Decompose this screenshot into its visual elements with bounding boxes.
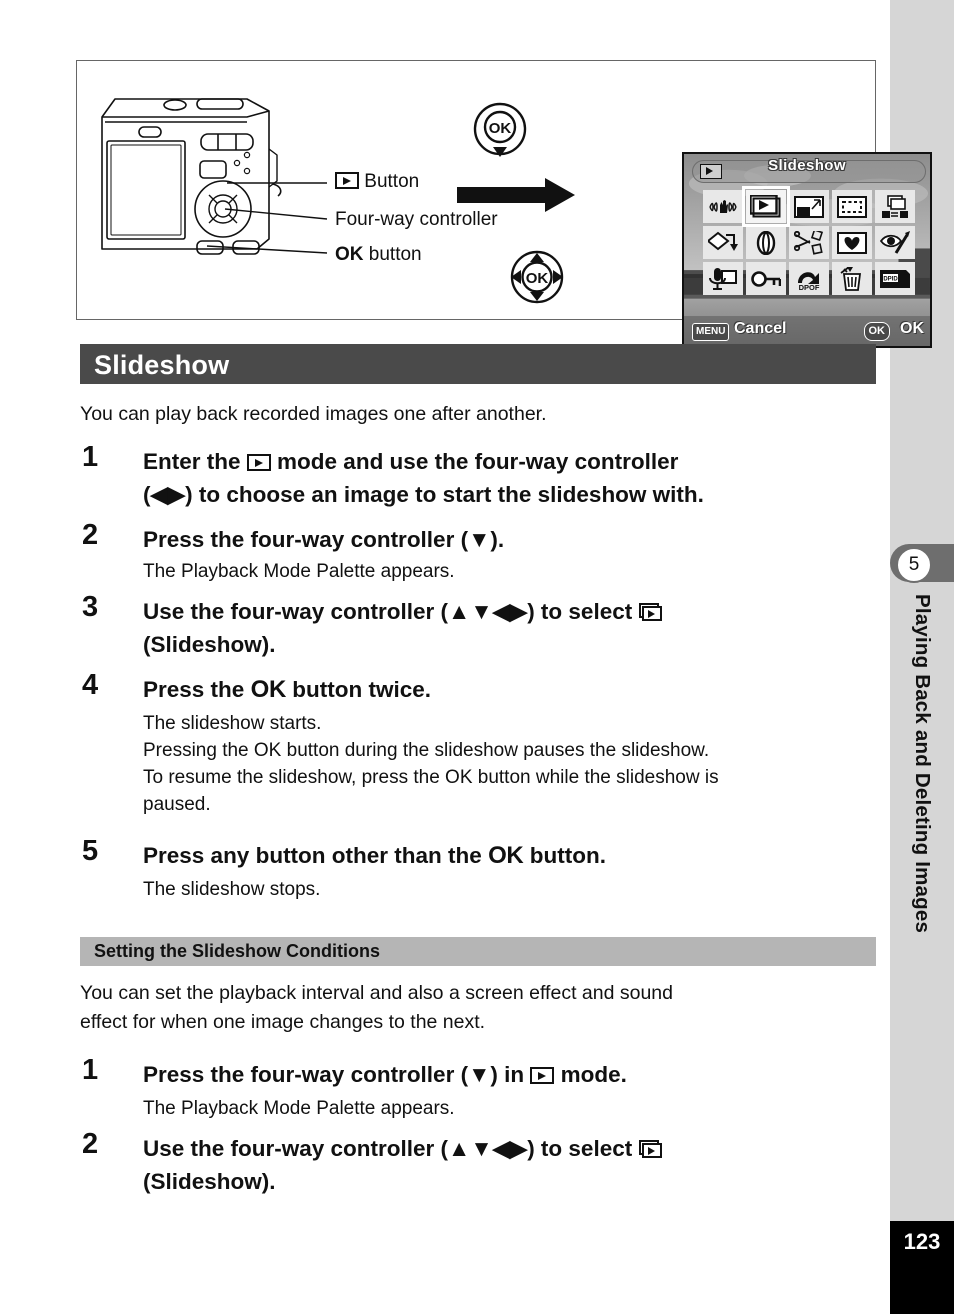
- step-number: 3: [82, 591, 99, 623]
- step-number: 5: [82, 835, 99, 867]
- s2-step-2-line1: Use the four-way controller (▲▼◀▶) to se…: [143, 1136, 633, 1161]
- digital-filter-icon[interactable]: [746, 226, 786, 259]
- palette-row-3: DPOF DPID: [700, 262, 918, 295]
- step-4-body-line-2: Pressing the OK button during the slides…: [143, 740, 710, 761]
- page-number: 123: [903, 1229, 941, 1254]
- s2-step-1-title-a: Press the four-way controller (▼) in: [143, 1062, 525, 1087]
- ok-key-badge: OK: [863, 322, 890, 341]
- ok-button-label-rest: button: [368, 244, 422, 265]
- step-number: 2: [82, 519, 99, 551]
- protect-icon[interactable]: [746, 262, 786, 295]
- step-number: 2: [82, 1128, 99, 1160]
- lcd-cancel-label: Cancel: [734, 320, 787, 337]
- ok-button-label-bold: OK: [335, 244, 364, 265]
- section-heading-text: Slideshow: [94, 350, 230, 380]
- chapter-number: 5: [896, 547, 932, 583]
- dpof-icon[interactable]: DPOF: [789, 262, 829, 295]
- svg-text:OK: OK: [526, 270, 549, 287]
- section2-intro-line-2: effect for when one image changes to the…: [80, 1011, 486, 1033]
- step-1-line1-b: mode and use the four-way controller: [277, 449, 679, 474]
- slideshow-icon[interactable]: [742, 186, 790, 227]
- section-heading-slideshow: Slideshow: [80, 344, 876, 384]
- start-up-screen-icon[interactable]: DPID: [875, 262, 915, 295]
- movie-edit-icon[interactable]: [789, 226, 829, 259]
- step-number: 1: [82, 441, 99, 473]
- four-way-controller-label: Four-way controller: [335, 209, 498, 230]
- camera-lcd-screen: Slideshow DPOF DPID MENU Cancel OK OK: [682, 152, 932, 348]
- step-5-text: Press any button other than the OK butto…: [143, 840, 606, 871]
- playback-icon: [335, 172, 359, 189]
- playback-mode-palette: DPOF DPID: [700, 186, 918, 295]
- step-5-title-b: button.: [529, 843, 606, 868]
- resize-icon[interactable]: [789, 190, 829, 223]
- step-number: 4: [82, 669, 99, 701]
- step-5-body: The slideshow stops.: [143, 879, 321, 900]
- playback-button-label: Button: [364, 171, 420, 192]
- step-number: 1: [82, 1054, 99, 1086]
- image-copy-icon[interactable]: [875, 190, 915, 223]
- ok-button-glyph: OK: [250, 676, 287, 703]
- image-rotation-icon[interactable]: [703, 226, 743, 259]
- lcd-title: Slideshow: [768, 157, 846, 174]
- step-4-title-b: button twice.: [292, 677, 431, 702]
- step-4-title-a: Press the: [143, 677, 245, 702]
- step-4-body-line-4: paused.: [143, 794, 211, 815]
- step-4-body-line-3: To resume the slideshow, press the OK bu…: [143, 767, 719, 788]
- lcd-ok-label: OK: [900, 320, 924, 337]
- four-way-controller-down-icon: OK: [473, 102, 527, 157]
- label-four-way-controller: Four-way controller: [335, 209, 498, 231]
- svg-text:DPID: DPID: [883, 276, 898, 282]
- step-2-text: Press the four-way controller (▼).: [143, 527, 505, 552]
- illustration-frame: Button Four-way controller OK button OK …: [76, 60, 932, 348]
- right-arrow-icon: [457, 178, 575, 212]
- step-5-title-a: Press any button other than the: [143, 843, 482, 868]
- shake-reduction-icon[interactable]: [703, 190, 743, 223]
- step-4-text: Press the OK button twice.: [143, 674, 431, 705]
- step-2-body: The Playback Mode Palette appears.: [143, 561, 455, 582]
- s2-step-1-text: Press the four-way controller (▼) in mod…: [143, 1059, 627, 1090]
- playback-icon: [530, 1067, 555, 1084]
- step-4-body-line-1: The slideshow starts.: [143, 713, 322, 734]
- frame-composite-icon[interactable]: [832, 226, 872, 259]
- red-eye-compensation-icon[interactable]: [875, 226, 915, 259]
- s2-step-1-body: The Playback Mode Palette appears.: [143, 1098, 455, 1119]
- chapter-title: Playing Back and Deleting Images: [890, 592, 954, 1152]
- section1-intro: You can play back recorded images one af…: [80, 403, 547, 425]
- ok-button-glyph: OK: [488, 842, 524, 869]
- step-1-line2: (◀▶) to choose an image to start the sli…: [143, 482, 704, 507]
- subsection-heading-text: Setting the Slideshow Conditions: [94, 941, 380, 961]
- label-ok-button: OK button: [335, 244, 422, 266]
- palette-row-1: [700, 186, 918, 227]
- step-1-line1-a: Enter the: [143, 449, 241, 474]
- s2-step-2-text: Use the four-way controller (▲▼◀▶) to se…: [143, 1133, 664, 1197]
- section2-intro-line-1: You can set the playback interval and al…: [80, 982, 673, 1004]
- label-playback-button: Button: [335, 171, 419, 193]
- svg-text:DPOF: DPOF: [799, 283, 820, 291]
- step-3-text: Use the four-way controller (▲▼◀▶) to se…: [143, 596, 664, 660]
- playback-icon: [246, 454, 271, 471]
- svg-text:OK: OK: [489, 120, 512, 137]
- lcd-bottom-bar: MENU Cancel OK OK: [684, 316, 930, 346]
- s2-step-2-line2: (Slideshow).: [143, 1169, 276, 1194]
- chapter-title-text: Playing Back and Deleting Images: [911, 594, 934, 934]
- four-way-controller-all-icon: OK: [510, 250, 564, 304]
- voice-memo-icon[interactable]: [703, 262, 743, 295]
- menu-key-badge: MENU: [692, 323, 730, 341]
- delete-icon[interactable]: [832, 262, 872, 295]
- step-3-line2: (Slideshow).: [143, 632, 276, 657]
- slideshow-icon: [638, 1140, 664, 1159]
- subsection-heading-conditions: Setting the Slideshow Conditions: [80, 937, 876, 966]
- s2-step-1-title-b: mode.: [560, 1062, 627, 1087]
- step-3-line1: Use the four-way controller (▲▼◀▶) to se…: [143, 599, 633, 624]
- palette-row-2: [700, 226, 918, 259]
- slideshow-icon: [638, 603, 664, 622]
- step-1-text: Enter the mode and use the four-way cont…: [143, 446, 704, 510]
- cropping-icon[interactable]: [832, 190, 872, 223]
